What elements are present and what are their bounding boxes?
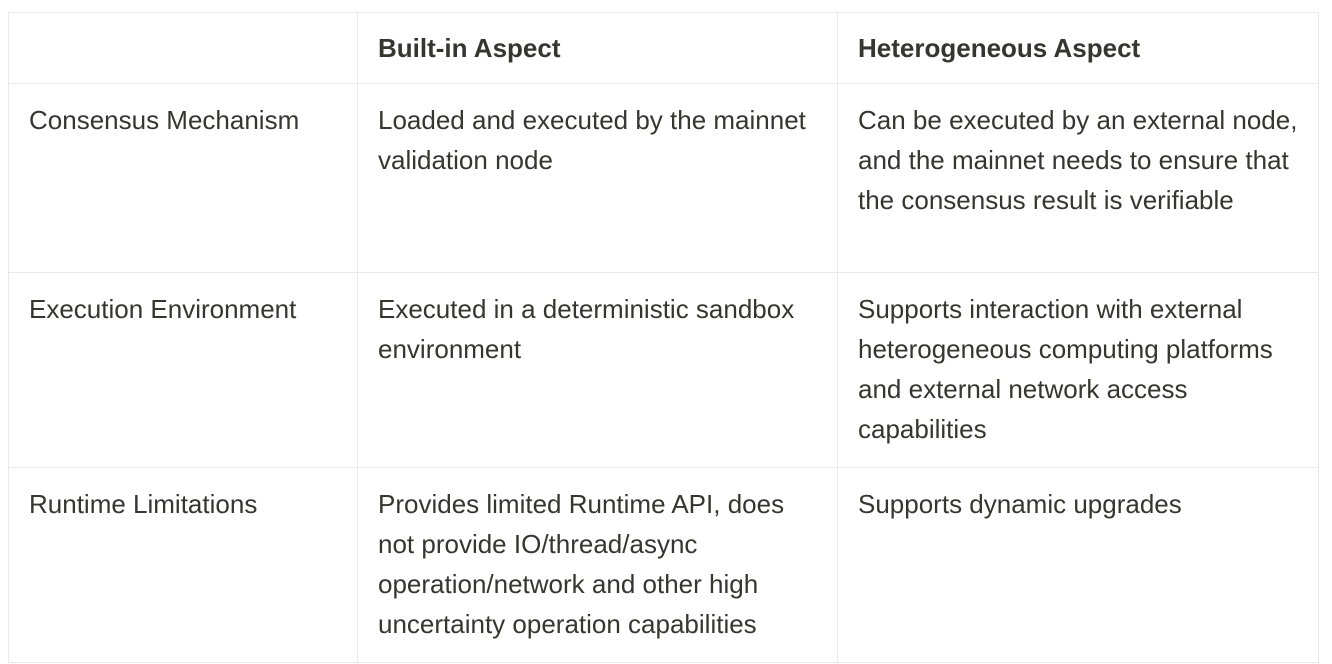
cell-heterogeneous: Supports dynamic upgrades xyxy=(837,467,1319,663)
table-row: Execution Environment Executed in a dete… xyxy=(8,272,1319,468)
cell-builtin: Loaded and executed by the mainnet valid… xyxy=(357,83,838,273)
cell-builtin: Provides limited Runtime API, does not p… xyxy=(357,467,838,663)
table-header-row: Built-in Aspect Heterogeneous Aspect xyxy=(8,12,1319,84)
comparison-table: Built-in Aspect Heterogeneous Aspect Con… xyxy=(8,12,1319,663)
table-row: Runtime Limitations Provides limited Run… xyxy=(8,467,1319,663)
cell-heterogeneous: Supports interaction with external heter… xyxy=(837,272,1319,468)
row-label-consensus-mechanism: Consensus Mechanism xyxy=(8,83,358,273)
header-cell-empty xyxy=(8,12,358,84)
header-cell-heterogeneous-aspect: Heterogeneous Aspect xyxy=(837,12,1319,84)
row-label-execution-environment: Execution Environment xyxy=(8,272,358,468)
cell-heterogeneous: Can be executed by an external node, and… xyxy=(837,83,1319,273)
header-cell-builtin-aspect: Built-in Aspect xyxy=(357,12,838,84)
table-row: Consensus Mechanism Loaded and executed … xyxy=(8,83,1319,273)
row-label-runtime-limitations: Runtime Limitations xyxy=(8,467,358,663)
cell-builtin: Executed in a deterministic sandbox envi… xyxy=(357,272,838,468)
